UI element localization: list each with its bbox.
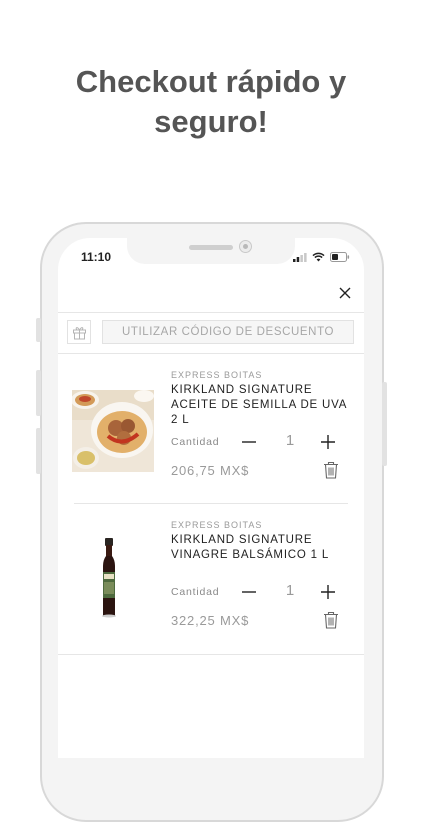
speaker-grille <box>189 245 233 250</box>
close-icon[interactable] <box>338 286 352 300</box>
item-price: 322,25 MX$ <box>171 613 250 628</box>
quantity-label: Cantidad <box>171 586 220 598</box>
status-time: 11:10 <box>81 250 112 264</box>
list-end-divider <box>58 654 364 655</box>
discount-code-label: UTILIZAR CÓDIGO DE DESCUENTO <box>121 326 335 338</box>
delete-item-trash-icon[interactable] <box>323 611 339 629</box>
item-divider <box>74 503 348 504</box>
item-seller: EXPRESS BOITAS <box>171 370 263 380</box>
phone-silent-switch <box>36 318 41 342</box>
phone-volume-up <box>36 370 41 416</box>
headline: Checkout rápido y seguro! <box>0 62 422 142</box>
quantity-value: 1 <box>285 582 295 599</box>
discount-divider <box>58 353 364 354</box>
gift-icon <box>72 326 86 339</box>
item-title[interactable]: KIRKLAND SIGNATURE VINAGRE BALSÁMICO 1 L <box>171 533 346 563</box>
cart-item: EXPRESS BOITAS KIRKLAND SIGNATURE VINAGR… <box>58 516 364 666</box>
phone-volume-down <box>36 428 41 474</box>
header-divider <box>58 312 364 313</box>
phone-power-button <box>382 382 387 466</box>
notch <box>127 238 295 264</box>
item-title[interactable]: KIRKLAND SIGNATURE ACEITE DE SEMILLA DE … <box>171 383 351 428</box>
product-image-bottle <box>102 538 116 618</box>
battery-icon <box>330 252 350 262</box>
signal-icon <box>293 252 307 262</box>
status-icons <box>293 252 350 262</box>
phone-screen: 11:10 UTILIZAR CÓDIGO DE DESCUENTO EXPRE… <box>58 238 364 758</box>
wifi-icon <box>312 252 325 262</box>
item-price: 206,75 MX$ <box>171 463 250 478</box>
headline-line-1: Checkout rápido y <box>75 64 347 99</box>
item-seller: EXPRESS BOITAS <box>171 520 263 530</box>
headline-line-2: seguro! <box>154 104 268 139</box>
gift-icon-box[interactable] <box>67 320 91 344</box>
decrease-quantity-button[interactable] <box>241 584 257 600</box>
increase-quantity-button[interactable] <box>320 434 336 450</box>
cart-item: EXPRESS BOITAS KIRKLAND SIGNATURE ACEITE… <box>58 366 364 516</box>
product-image-food <box>72 390 154 472</box>
front-camera <box>239 240 252 253</box>
quantity-label: Cantidad <box>171 436 220 448</box>
discount-code-button[interactable]: UTILIZAR CÓDIGO DE DESCUENTO <box>102 320 354 344</box>
delete-item-trash-icon[interactable] <box>323 461 339 479</box>
decrease-quantity-button[interactable] <box>241 434 257 450</box>
increase-quantity-button[interactable] <box>320 584 336 600</box>
quantity-value: 1 <box>285 432 295 449</box>
